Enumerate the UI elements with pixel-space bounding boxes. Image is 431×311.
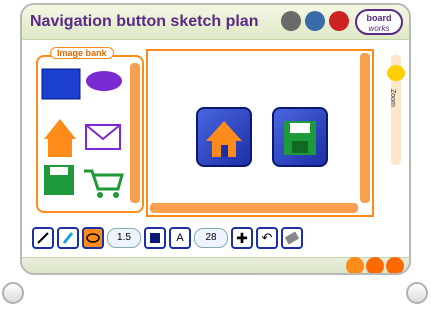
zoom-slider[interactable]: Zoom [387, 55, 405, 165]
sketch-canvas[interactable] [146, 49, 374, 217]
save-button-sketch[interactable] [272, 107, 328, 167]
undo-tool[interactable]: ↶ [256, 227, 278, 249]
house-body [48, 137, 72, 157]
page-title: Navigation button sketch plan [30, 13, 259, 30]
image-bank-label: Image bank [50, 47, 114, 59]
save-icon [284, 121, 316, 155]
eraser-tool[interactable] [281, 227, 303, 249]
zoom-handle[interactable] [387, 65, 405, 81]
ellipse-shape[interactable] [86, 71, 122, 91]
font-size-value[interactable]: 28 [194, 228, 228, 248]
print-icon[interactable] [281, 11, 301, 31]
home-button-sketch[interactable] [196, 107, 252, 167]
text-tool[interactable]: A [169, 227, 191, 249]
print-button-icon[interactable] [346, 257, 364, 273]
zoom-label: Zoom [389, 89, 396, 107]
image-bank-scrollbar[interactable] [130, 63, 140, 203]
notes-icon[interactable] [305, 11, 325, 31]
fill-color[interactable] [144, 227, 166, 249]
logo-text-1: board [366, 13, 392, 23]
cart-wheel [113, 192, 119, 198]
line-tool[interactable] [32, 227, 54, 249]
drawing-toolbar: 1.5 A 28 ✚ ↶ [32, 225, 382, 251]
next-arrow-icon[interactable] [406, 282, 428, 304]
pen-tool[interactable] [57, 227, 79, 249]
line-width-value[interactable]: 1.5 [107, 228, 141, 248]
boardworks-logo: board works [355, 9, 403, 35]
cart-wheel [97, 192, 103, 198]
logo-text-2: works [368, 24, 390, 33]
title-bar: Navigation button sketch plan board work… [22, 5, 409, 40]
app-frame: Navigation button sketch plan board work… [20, 3, 411, 275]
shopping-cart-icon[interactable] [84, 169, 124, 191]
home-icon [206, 121, 242, 157]
image-bank [36, 55, 144, 213]
move-tool[interactable]: ✚ [231, 227, 253, 249]
rectangle-shape[interactable] [41, 68, 81, 100]
flash-icon[interactable] [329, 11, 349, 31]
help-icon[interactable] [386, 257, 404, 273]
canvas-v-scrollbar[interactable] [360, 53, 370, 203]
canvas-h-scrollbar[interactable] [150, 203, 358, 213]
previous-arrow-icon[interactable] [2, 282, 24, 304]
save-disk-label [50, 167, 68, 175]
reset-icon[interactable] [366, 257, 384, 273]
title-icons [281, 11, 349, 31]
image-bank-icons [41, 68, 124, 198]
ellipse-tool[interactable] [82, 227, 104, 249]
house-icon[interactable] [44, 119, 76, 139]
